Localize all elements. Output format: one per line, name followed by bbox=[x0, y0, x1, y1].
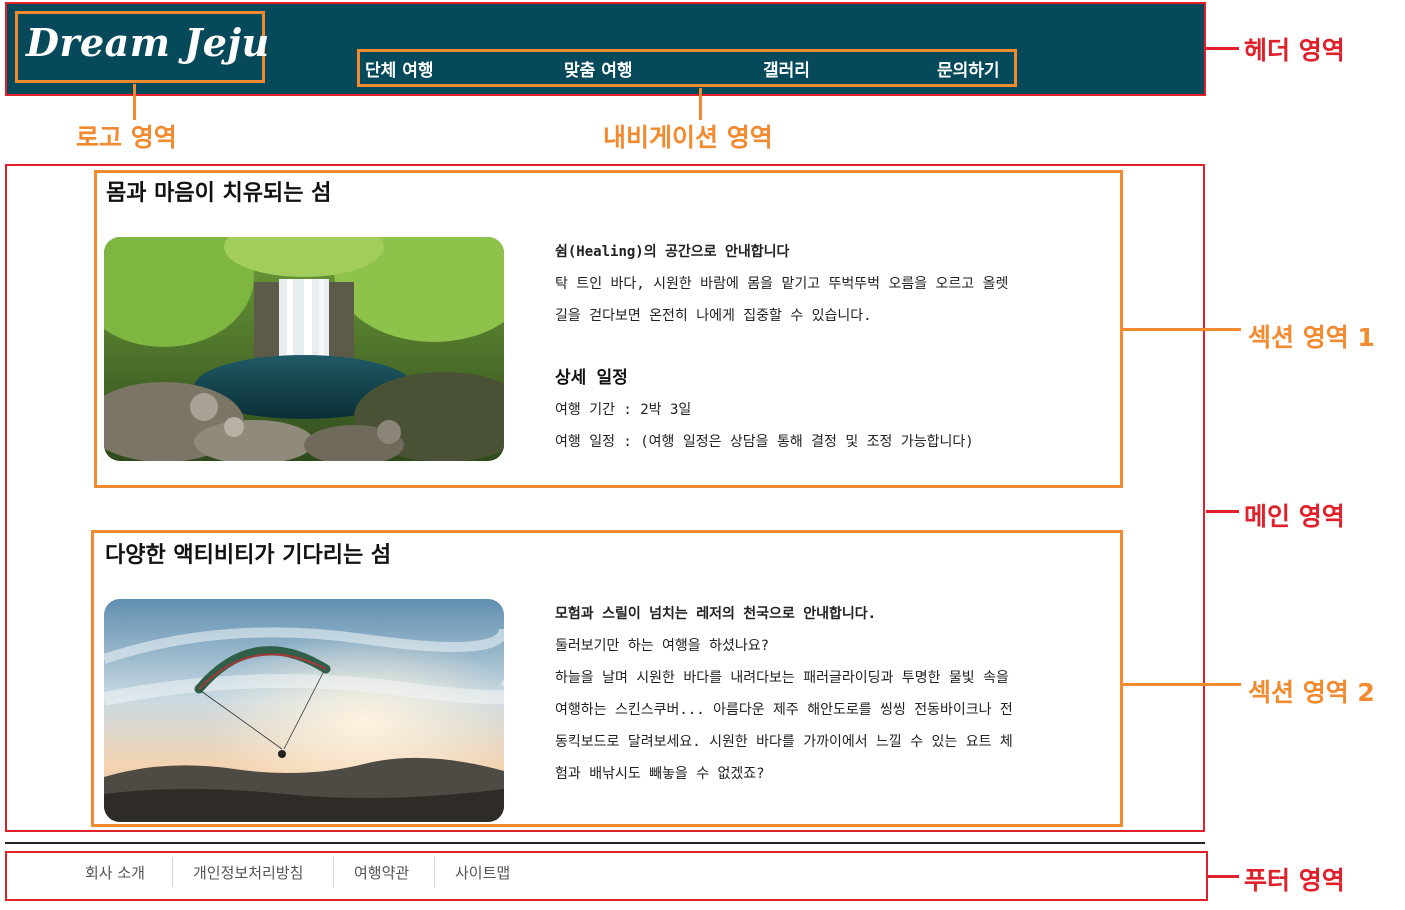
section-2-annotation-line bbox=[1123, 683, 1241, 686]
section-2-line-2: 하늘을 날며 시원한 바다를 내려다보는 패러글라이딩과 투명한 물빛 속을 bbox=[555, 670, 1009, 686]
logo-annotation-label: 로고 영역 bbox=[76, 123, 177, 152]
footer-annotation-line bbox=[1208, 875, 1239, 878]
nav-item-contact[interactable]: 문의하기 bbox=[937, 56, 1000, 81]
nav-annotation-label: 내비게이션 영역 bbox=[603, 123, 773, 152]
section-2-line-5: 험과 배낚시도 빼놓을 수 없겠죠? bbox=[555, 766, 765, 782]
nav-annotation-line bbox=[699, 88, 702, 120]
section-1-lead: 쉼(Healing)의 공간으로 안내합니다 bbox=[555, 244, 790, 260]
footer-separator bbox=[172, 857, 173, 887]
section-2-line-4: 동킥보드로 달려보세요. 시원한 바다를 가까이에서 느낄 수 있는 요트 체 bbox=[555, 734, 1013, 750]
section-1-text: 쉼(Healing)의 공간으로 안내합니다 탁 트인 바다, 시원한 바람에 … bbox=[555, 236, 1105, 332]
section-1-line-2: 길을 걷다보면 온전히 나에게 집중할 수 있습니다. bbox=[555, 308, 872, 324]
logo-annotation-line bbox=[133, 84, 136, 120]
nav-region-box bbox=[357, 49, 1017, 87]
section-2-line-3: 여행하는 스킨스쿠버... 아름다운 제주 해안도로를 씽씽 전동바이크나 전 bbox=[555, 702, 1013, 718]
footer-region bbox=[5, 851, 1208, 901]
nav-item-group-tour[interactable]: 단체 여행 bbox=[365, 56, 433, 81]
section-2-annotation-label: 섹션 영역 2 bbox=[1248, 678, 1375, 707]
schedule-details: 여행 기간 : 2박 3일 여행 일정 : (여행 일정은 상담을 통해 결정 … bbox=[555, 394, 1105, 458]
main-annotation-label: 메인 영역 bbox=[1244, 502, 1345, 531]
header-annotation-line bbox=[1206, 47, 1239, 50]
nav-item-custom-tour[interactable]: 맞춤 여행 bbox=[564, 56, 632, 81]
logo[interactable]: Dream Jeju bbox=[26, 20, 270, 65]
footer-link-terms[interactable]: 여행약관 bbox=[354, 862, 409, 883]
footer-link-privacy[interactable]: 개인정보처리방침 bbox=[193, 862, 303, 883]
waterfall-photo bbox=[104, 237, 504, 461]
nav-item-gallery[interactable]: 갤러리 bbox=[763, 56, 810, 81]
main-annotation-line bbox=[1206, 510, 1239, 513]
footer-annotation-label: 푸터 영역 bbox=[1244, 866, 1345, 895]
section-1-line-1: 탁 트인 바다, 시원한 바람에 몸을 맡기고 뚜벅뚜벅 오름을 오르고 올렛 bbox=[555, 276, 1009, 292]
section-1-annotation-label: 섹션 영역 1 bbox=[1248, 323, 1375, 352]
section-1-annotation-line bbox=[1123, 328, 1241, 331]
section-2-text: 모험과 스릴이 넘치는 레저의 천국으로 안내합니다. 둘러보기만 하는 여행을… bbox=[555, 598, 1105, 790]
footer-link-sitemap[interactable]: 사이트맵 bbox=[455, 862, 510, 883]
schedule-plan: 여행 일정 : (여행 일정은 상담을 통해 결정 및 조정 가능합니다) bbox=[555, 434, 974, 450]
footer-separator bbox=[434, 857, 435, 887]
paragliding-photo bbox=[104, 599, 504, 822]
schedule-period: 여행 기간 : 2박 3일 bbox=[555, 402, 692, 418]
section-1-title: 몸과 마음이 치유되는 섬 bbox=[106, 181, 332, 206]
header-annotation-label: 헤더 영역 bbox=[1244, 36, 1345, 65]
footer-link-about[interactable]: 회사 소개 bbox=[85, 862, 145, 883]
section-2-lead: 모험과 스릴이 넘치는 레저의 천국으로 안내합니다. bbox=[555, 606, 877, 622]
section-2-title: 다양한 액티비티가 기다리는 섬 bbox=[105, 543, 392, 568]
footer-separator bbox=[333, 857, 334, 887]
section-2-line-1: 둘러보기만 하는 여행을 하셨나요? bbox=[555, 638, 770, 654]
schedule-subtitle: 상세 일정 bbox=[555, 368, 628, 388]
footer-divider bbox=[5, 842, 1205, 844]
